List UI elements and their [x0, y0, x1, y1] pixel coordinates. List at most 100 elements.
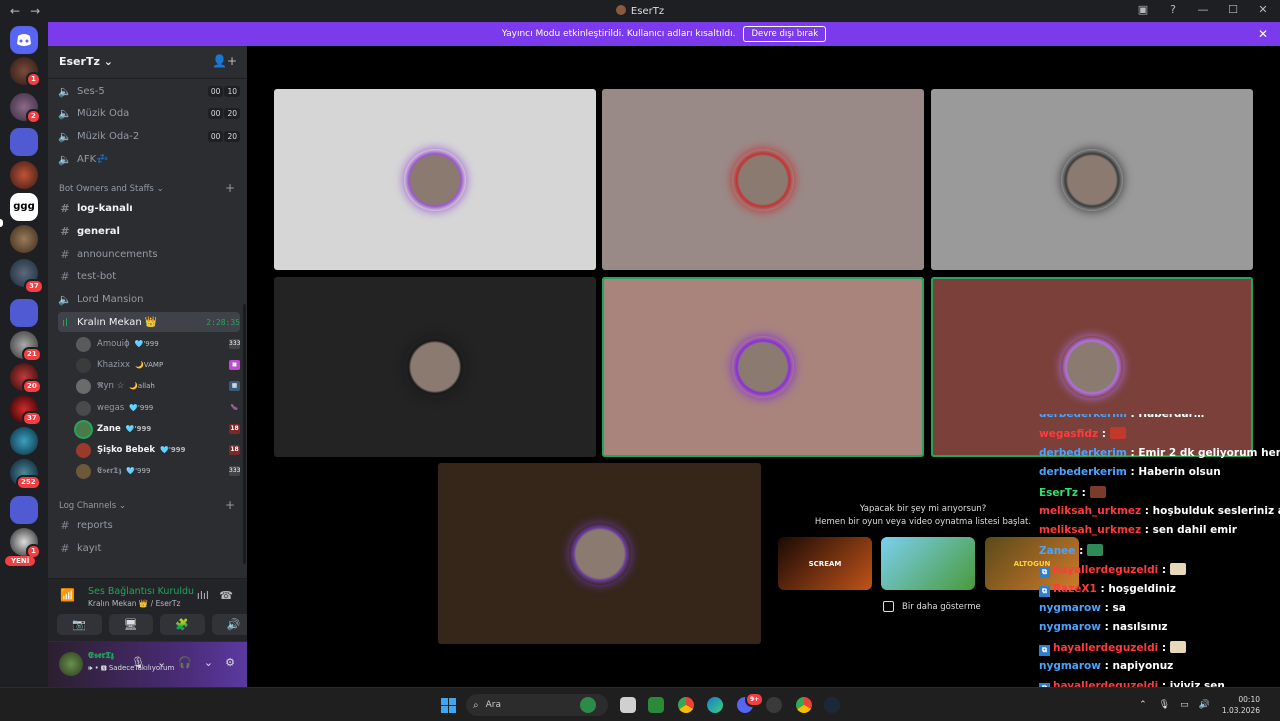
add-channel-icon[interactable]: + [225, 499, 235, 511]
chrome-icon[interactable] [678, 697, 694, 713]
windows-start-icon[interactable] [441, 698, 456, 713]
chat-message: nygmarow : napiyonuz [1039, 660, 1173, 672]
chat-message: wegasfidz : [1039, 427, 1126, 440]
voice-user[interactable]: 𝕰𝖘𝖊𝖗𝕿𝖟 🩵'999 333 [76, 461, 240, 481]
voice-user[interactable]: Şişko Bebek 🩵'999 18 [76, 440, 240, 460]
activity-thumbnail[interactable]: SCREAM [778, 537, 872, 590]
app-icon[interactable] [766, 697, 782, 713]
folder-icon[interactable] [10, 299, 38, 327]
edge-icon[interactable] [707, 697, 723, 713]
voice-user[interactable]: Zane 🩵'999 18 [76, 419, 240, 439]
category-log-channels[interactable]: Log Channels ⌄ + [59, 499, 235, 511]
text-channel-log-kanali[interactable]: # log-kanalı [58, 198, 240, 218]
activities-button[interactable]: 🧩 [160, 614, 205, 635]
activity-icon: 🍆 [230, 404, 239, 411]
dont-show-again[interactable]: Bir daha gösterme [883, 601, 981, 612]
avatar[interactable] [59, 652, 83, 676]
voice-channel-muzik-oda[interactable]: 🔈 Müzik Oda 00 20 [58, 103, 240, 123]
inbox-icon[interactable]: ▣ [1136, 3, 1150, 16]
participant-tile[interactable] [602, 89, 924, 270]
server-header[interactable]: EserTz ⌄ 👤+ [48, 46, 247, 79]
disconnect-icon[interactable]: ☎ [219, 589, 233, 602]
voice-location[interactable]: Kralın Mekan 👑 / EserTz [88, 599, 180, 608]
voice-user-name: Khazixx [97, 360, 131, 370]
participant-tile[interactable] [931, 89, 1253, 270]
avatar [76, 400, 91, 416]
voice-channel-afk[interactable]: 🔈 AFK💤 [58, 149, 240, 169]
headphones-icon[interactable]: 🎧 [178, 656, 192, 669]
nvidia-icon[interactable] [648, 697, 664, 713]
sidebar-scrollbar[interactable] [243, 304, 246, 564]
channel-name: reports [77, 519, 113, 531]
text-channel-general[interactable]: # general [58, 221, 240, 241]
voice-user[interactable]: 𝕽yn ☆ 🌙allah ▦ [76, 376, 240, 396]
discord-home-icon[interactable] [10, 26, 38, 54]
settings-gear-icon[interactable]: ⚙ [225, 656, 235, 669]
chat-message: EserTz : [1039, 485, 1106, 499]
minimize-button[interactable]: — [1196, 3, 1210, 16]
text-channel-kayit[interactable]: # kayıt [58, 538, 240, 558]
new-badge: YENİ [5, 556, 36, 566]
steam-icon[interactable] [824, 697, 840, 713]
server-icon[interactable] [10, 161, 38, 189]
signal-icon[interactable]: 📶 [60, 588, 75, 602]
add-channel-icon[interactable]: + [225, 182, 235, 194]
voice-user[interactable]: wegas 🩵'999 🍆 [76, 398, 240, 418]
server-icon[interactable] [10, 225, 38, 253]
text-channel-test-bot[interactable]: # test-bot [58, 266, 240, 286]
username[interactable]: 𝕰𝖘𝖊𝖗𝕿𝖟 [88, 651, 114, 661]
participant-tile[interactable] [274, 277, 596, 457]
chat-username: Zanee [1039, 544, 1076, 557]
microphone-icon[interactable]: 🎙 [131, 656, 145, 669]
text-channel-announcements[interactable]: # announcements [58, 244, 240, 264]
tray-chevron-icon[interactable]: ⌃ [1139, 700, 1147, 710]
voice-channel-lord-mansion[interactable]: 🔈 Lord Mansion [58, 289, 240, 309]
voice-user[interactable]: Amouiɸ 🩵'999 333 [76, 334, 240, 354]
folder-icon[interactable] [10, 496, 38, 524]
microphone-tray-icon[interactable]: 🎙 [1159, 700, 1170, 710]
stream-chat-overlay: derbederkerim : Haberdar… wegasfidz : der… [1037, 414, 1280, 687]
category-bot-owners[interactable]: Bot Owners and Staffs ⌄ + [59, 182, 235, 194]
speaker-icon: 🔈 [58, 106, 72, 120]
network-icon[interactable]: ▭ [1180, 700, 1189, 710]
noise-suppression-icon[interactable]: ılıl [197, 589, 209, 602]
voice-user[interactable]: Khazixx 🌙VAMP ◼ [76, 355, 240, 375]
chrome-profile-icon[interactable] [796, 697, 812, 713]
voice-channel-muzik-oda-2[interactable]: 🔈 Müzik Oda-2 00 20 [58, 126, 240, 146]
volume-icon[interactable]: 🔊 [1199, 700, 1210, 710]
participant-tile[interactable] [438, 463, 761, 644]
search-icon: ⌕ [473, 699, 479, 711]
chat-text: napiyonuz [1112, 660, 1174, 673]
mention-badge: 21 [22, 347, 42, 362]
chevron-down-icon[interactable]: ⌄ [157, 656, 166, 669]
chat-separator: : [1096, 582, 1109, 595]
close-banner-icon[interactable]: ✕ [1258, 27, 1268, 41]
camera-button[interactable]: 📷 [57, 614, 102, 635]
activity-thumbnail[interactable] [881, 537, 975, 590]
chevron-down-icon[interactable]: ⌄ [204, 656, 213, 669]
voice-user-name: Zane [97, 424, 121, 434]
maximize-button[interactable]: ☐ [1226, 3, 1240, 16]
participant-tile[interactable] [602, 277, 924, 457]
disable-streamer-mode-button[interactable]: Devre dışı bırak [743, 26, 827, 42]
invite-people-icon[interactable]: 👤+ [212, 54, 237, 68]
close-button[interactable]: ✕ [1256, 3, 1270, 16]
clock[interactable]: 00:10 1.03.2026 [1222, 694, 1260, 716]
help-icon[interactable]: ? [1166, 3, 1180, 16]
chat-message: meliksah_urkmez : sen dahil emir [1039, 524, 1237, 536]
mention-badge: 20 [22, 379, 42, 394]
voice-status[interactable]: Ses Bağlantısı Kuruldu [88, 586, 194, 597]
channel-name: Ses-5 [77, 85, 105, 97]
server-icon[interactable]: ggg [10, 193, 38, 221]
voice-channel-kralin-mekan[interactable]: ıl Kralın Mekan 👑 2:28:35 [58, 312, 240, 332]
checkbox[interactable] [883, 601, 894, 612]
folder-icon[interactable] [10, 128, 38, 156]
voice-channel-ses-5[interactable]: 🔈 Ses-5 00 10 [58, 81, 240, 101]
file-explorer-icon[interactable] [620, 697, 636, 713]
participant-tile[interactable] [274, 89, 596, 270]
server-icon[interactable] [10, 427, 38, 455]
emote-icon [1109, 427, 1126, 440]
screen-share-button[interactable]: 🖥 [108, 614, 153, 635]
weather-icon[interactable] [580, 697, 596, 713]
text-channel-reports[interactable]: # reports [58, 515, 240, 535]
